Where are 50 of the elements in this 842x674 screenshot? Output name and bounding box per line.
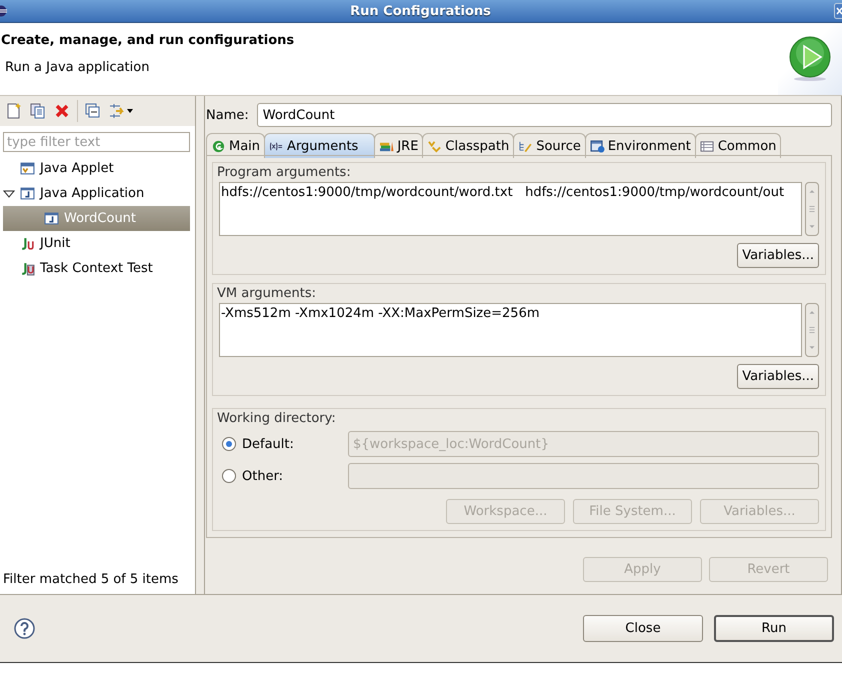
group-label: Program arguments: (217, 164, 352, 182)
tab[interactable]: Arguments (264, 133, 376, 158)
tree-item[interactable]: Java Applet (3, 156, 190, 181)
tree-item[interactable]: Java Application (3, 181, 190, 206)
tree-item[interactable]: JUnit (3, 231, 190, 256)
dialog-button[interactable]: Run (714, 615, 834, 642)
new-icon[interactable] (5, 102, 23, 120)
group-label: VM arguments: (217, 284, 317, 302)
dialog-message: Run a Java application (4, 60, 150, 75)
window-title: Run Configurations (349, 4, 492, 18)
option-label: Other: (242, 468, 284, 484)
name-field[interactable]: WordCount (256, 103, 832, 127)
help-icon[interactable] (14, 618, 35, 639)
task-test-icon (20, 261, 35, 276)
group-label: Working directory: (217, 410, 337, 428)
application-icon (20, 186, 35, 201)
collapse-icon[interactable] (84, 102, 102, 120)
variable-icon (269, 140, 284, 152)
dialog-button[interactable]: Close (583, 615, 703, 642)
radio-button[interactable] (222, 437, 236, 451)
app-icon (0, 5, 7, 17)
applet-icon (20, 161, 35, 176)
expand-icon[interactable] (3, 188, 15, 198)
name-label: Name: (206, 108, 249, 122)
classpath-icon (427, 140, 442, 152)
application-icon (44, 211, 59, 226)
variables-button[interactable]: Variables... (737, 243, 819, 268)
environment-icon (590, 140, 605, 152)
filter-status: Filter matched 5 of 5 items (2, 572, 180, 589)
option-label: Default: (242, 436, 295, 452)
run-icon (211, 140, 226, 152)
filter-field[interactable]: type filter text (3, 132, 190, 152)
filter-icon[interactable] (108, 102, 134, 120)
table-icon (700, 140, 715, 152)
duplicate-icon[interactable] (29, 102, 47, 120)
delete-icon[interactable] (53, 102, 71, 120)
source-icon (518, 140, 534, 152)
junit-icon (20, 236, 35, 251)
arguments-field[interactable]: -Xms512m -Xmx1024m -XX:MaxPermSize=256m (219, 303, 802, 357)
arguments-field[interactable]: hdfs://centos1:9000/tmp/wordcount/word.txt hdfs://centos1:9000/tmp/wordcount/out (219, 182, 802, 236)
tree-item[interactable]: Task Context Test (3, 256, 190, 281)
scrollbar[interactable] (805, 182, 819, 236)
tab[interactable]: Main (206, 133, 266, 158)
close-icon[interactable] (834, 3, 842, 19)
dialog-title: Create, manage, and run configurations (0, 33, 296, 48)
tab[interactable]: Common (694, 133, 782, 158)
play-icon (788, 36, 832, 82)
scrollbar[interactable] (805, 303, 819, 357)
radio-button[interactable] (222, 469, 236, 483)
variables-button[interactable]: Variables... (737, 364, 819, 389)
